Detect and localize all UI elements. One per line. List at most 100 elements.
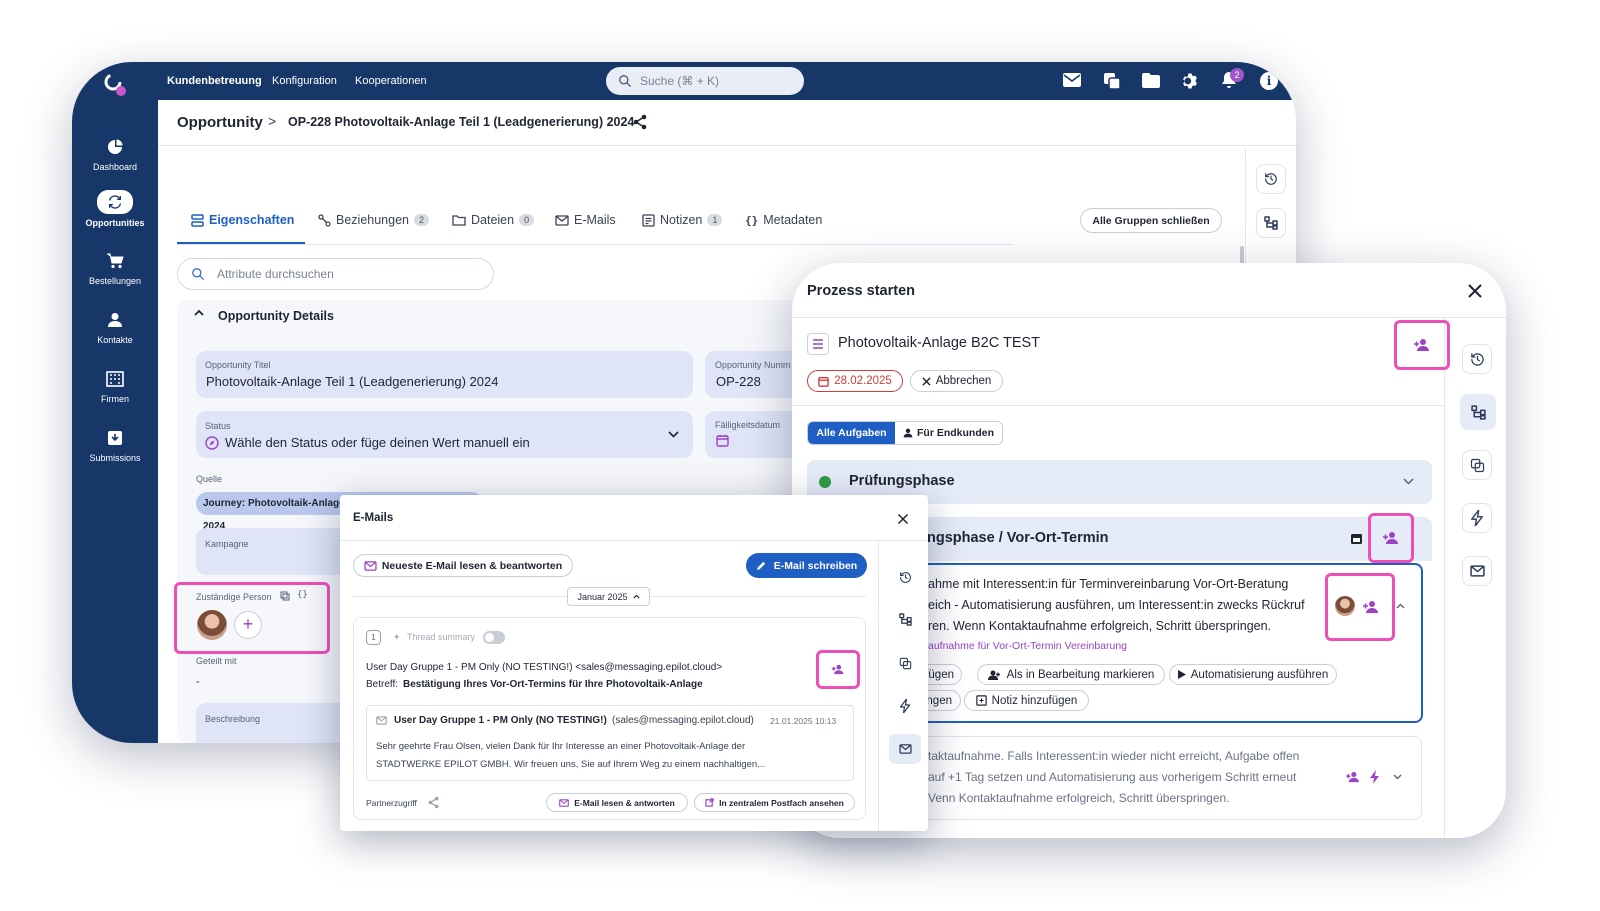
assign-email-button[interactable] bbox=[816, 650, 860, 689]
copy-icon[interactable] bbox=[1462, 450, 1492, 480]
run-automation-button[interactable]: Automatisierung ausführen bbox=[1169, 664, 1337, 685]
write-email-button[interactable]: E-Mail schreiben bbox=[746, 553, 867, 578]
bolt-icon[interactable] bbox=[1462, 503, 1492, 533]
field-label: Status bbox=[205, 421, 231, 431]
tab-beziehungen[interactable]: Beziehungen 2 bbox=[318, 213, 429, 227]
mail-outline-icon bbox=[559, 798, 570, 807]
chevron-up-icon[interactable] bbox=[194, 309, 204, 317]
preview-sender: User Day Gruppe 1 - PM Only (NO TESTING!… bbox=[394, 715, 607, 726]
button-label: Als in Bearbeitung markieren bbox=[1006, 668, 1155, 681]
close-all-groups-button[interactable]: Alle Gruppen schließen bbox=[1080, 208, 1222, 233]
mail-outline-icon bbox=[376, 716, 387, 725]
source-label: Quelle bbox=[196, 474, 223, 484]
cancel-process-button[interactable]: Abbrechen bbox=[910, 370, 1003, 392]
bolt-icon[interactable] bbox=[1370, 770, 1379, 784]
month-group-toggle[interactable]: Januar 2025 bbox=[567, 587, 650, 606]
external-link-icon bbox=[705, 798, 714, 807]
relations-icon bbox=[318, 213, 331, 227]
preview-body-line: Sehr geehrte Frau Olsen, vielen Dank für… bbox=[376, 741, 746, 752]
menu-icon[interactable] bbox=[807, 333, 829, 355]
info-icon[interactable]: i bbox=[1260, 72, 1278, 90]
close-icon[interactable] bbox=[897, 513, 909, 525]
folder-icon[interactable] bbox=[1141, 72, 1161, 90]
history-icon[interactable] bbox=[1462, 344, 1492, 374]
braces-icon: {} bbox=[745, 213, 759, 227]
due-date-chip[interactable]: 28.02.2025 bbox=[807, 370, 903, 392]
subject-prefix: Betreff: bbox=[366, 679, 399, 690]
filter-all-tasks[interactable]: Alle Aufgaben bbox=[808, 422, 895, 444]
mark-in-progress-button[interactable]: Als in Bearbeitung markieren bbox=[977, 664, 1165, 685]
tab-dateien[interactable]: Dateien 0 bbox=[452, 213, 535, 227]
section-title[interactable]: Opportunity Details bbox=[218, 309, 334, 323]
nav-kooperationen[interactable]: Kooperationen bbox=[355, 75, 427, 87]
mail-icon[interactable] bbox=[1062, 72, 1082, 90]
task-link[interactable]: aufnahme für Vor-Ort-Termin Vereinbarung bbox=[928, 640, 1127, 652]
button-label: E-Mail lesen & antworten bbox=[574, 797, 675, 808]
sidebar-item-submissions[interactable]: Submissions bbox=[72, 427, 158, 463]
thread-summary-toggle[interactable] bbox=[483, 631, 505, 644]
avatar[interactable] bbox=[1335, 596, 1355, 616]
breadcrumb-root[interactable]: Opportunity bbox=[177, 114, 263, 131]
tab-count-badge: 0 bbox=[519, 214, 535, 226]
bolt-icon[interactable] bbox=[891, 692, 919, 720]
close-icon[interactable] bbox=[1467, 283, 1483, 299]
hierarchy-icon[interactable] bbox=[891, 605, 919, 633]
sidebar-item-dashboard[interactable]: Dashboard bbox=[72, 136, 158, 172]
sidebar-item-opportunities[interactable]: Opportunities bbox=[72, 190, 158, 228]
tab-notizen[interactable]: Notizen 1 bbox=[642, 213, 723, 227]
history-icon[interactable] bbox=[891, 563, 919, 591]
assign-user-button[interactable] bbox=[1394, 320, 1450, 370]
nav-konfiguration[interactable]: Konfiguration bbox=[272, 75, 337, 87]
chevron-down-icon[interactable] bbox=[1393, 774, 1402, 780]
mail-icon[interactable] bbox=[889, 734, 921, 764]
open-postbox-button[interactable]: In zentralem Postfach ansehen bbox=[694, 793, 855, 812]
hierarchy-icon[interactable] bbox=[1460, 394, 1496, 430]
share-icon[interactable] bbox=[428, 796, 439, 809]
chevron-up-icon[interactable] bbox=[1396, 603, 1405, 609]
opportunity-title-field[interactable]: Opportunity Titel Photovoltaik-Anlage Te… bbox=[196, 351, 693, 398]
sidebar-item-kontakte[interactable]: Kontakte bbox=[72, 309, 158, 345]
global-search[interactable]: Suche (⌘ + K) bbox=[606, 67, 804, 95]
attribute-search-input[interactable]: Attribute durchsuchen bbox=[177, 258, 494, 290]
status-select[interactable]: Status Wähle den Status oder füge deinen… bbox=[196, 411, 693, 458]
shared-label: Geteilt mit bbox=[196, 656, 237, 666]
chevron-down-icon bbox=[1403, 478, 1414, 485]
read-answer-button[interactable]: E-Mail lesen & antworten bbox=[546, 793, 688, 812]
task-text-line: Venn Kontaktaufnahme erfolgreich, Schrit… bbox=[928, 791, 1230, 805]
tab-eigenschaften[interactable]: Eigenschaften bbox=[191, 213, 294, 227]
add-person-icon[interactable] bbox=[1345, 771, 1361, 783]
status-dot bbox=[819, 476, 831, 488]
phase-assign-button[interactable] bbox=[1368, 513, 1414, 563]
task-text-line: ren. Wenn Kontaktaufnahme erfolgreich, S… bbox=[928, 619, 1272, 633]
hierarchy-icon[interactable] bbox=[1256, 208, 1286, 238]
filter-customers[interactable]: Für Endkunden bbox=[895, 422, 1002, 444]
filter-label: Für Endkunden bbox=[917, 427, 994, 439]
sidebar-item-firmen[interactable]: Firmen bbox=[72, 368, 158, 404]
sidebar-label-dashboard: Dashboard bbox=[92, 162, 138, 172]
person-icon bbox=[903, 428, 913, 438]
notification-badge: 2 bbox=[1230, 68, 1244, 82]
tab-emails[interactable]: E-Mails bbox=[555, 213, 616, 227]
add-note-button[interactable]: Notiz hinzufügen bbox=[964, 690, 1089, 711]
read-latest-email-button[interactable]: Neueste E-Mail lesen & beantworten bbox=[353, 554, 573, 577]
app-logo[interactable] bbox=[102, 71, 128, 97]
calendar-icon[interactable] bbox=[1350, 532, 1363, 545]
nav-kundenbetreuung[interactable]: Kundenbetreuung bbox=[167, 75, 262, 87]
sparkle-icon: ✦ bbox=[393, 632, 401, 642]
task-text-line: auf +1 Tag setzen und Automatisierung au… bbox=[928, 770, 1297, 784]
gear-icon[interactable] bbox=[1180, 71, 1200, 91]
phase-title: Prüfungsphase bbox=[849, 473, 955, 489]
copy-icon[interactable] bbox=[891, 649, 919, 677]
tab-metadaten[interactable]: {} Metadaten bbox=[745, 213, 822, 227]
field-label: Opportunity Numm bbox=[715, 360, 791, 370]
add-person-icon[interactable] bbox=[1362, 600, 1380, 614]
share-icon[interactable] bbox=[633, 114, 647, 130]
tab-label: Dateien bbox=[471, 213, 515, 227]
sidebar-item-bestellungen[interactable]: Bestellungen bbox=[72, 250, 158, 286]
month-label: Januar 2025 bbox=[577, 591, 628, 602]
copy-icon[interactable] bbox=[1102, 71, 1122, 91]
history-icon[interactable] bbox=[1256, 164, 1286, 194]
tab-label: Eigenschaften bbox=[209, 213, 295, 227]
attribute-search-placeholder: Attribute durchsuchen bbox=[217, 267, 334, 281]
mail-icon[interactable] bbox=[1462, 556, 1492, 586]
